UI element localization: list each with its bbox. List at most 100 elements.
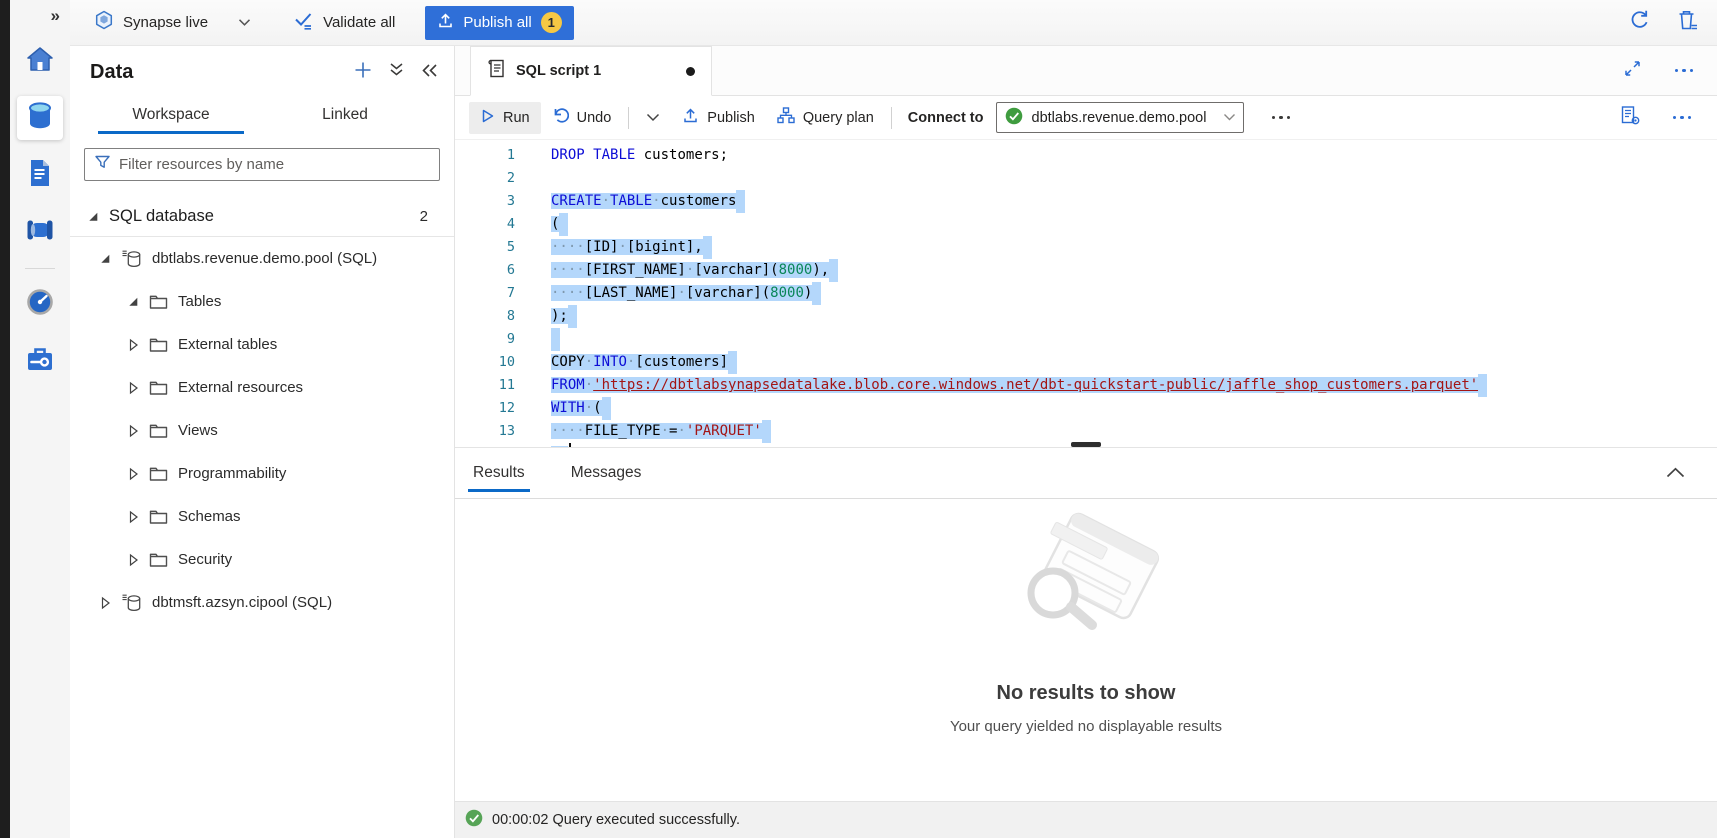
code-token: FROM — [551, 377, 585, 393]
database-cylinder-icon — [26, 101, 54, 136]
sql-code-editor[interactable]: 1DROP TABLE customers;23CREATE·TABLE·cus… — [455, 140, 1717, 447]
tree-item[interactable]: SQL database2 — [70, 197, 454, 237]
play-icon — [480, 108, 495, 128]
sidebar-item-integrate[interactable] — [17, 210, 63, 254]
tab-sql-script-1[interactable]: SQL script 1 — [470, 46, 712, 96]
line-content: DROP TABLE customers; — [551, 144, 728, 167]
home-icon — [25, 45, 55, 78]
script-properties-icon[interactable] — [1620, 105, 1641, 130]
publish-all-button[interactable]: Publish all 1 — [425, 6, 573, 40]
caret-collapsed-icon[interactable] — [126, 381, 140, 395]
code-line[interactable]: 7····[LAST_NAME]·[varchar](8000) — [455, 282, 1717, 305]
selection-newline-tail — [812, 282, 821, 305]
collapse-all-icon[interactable] — [389, 62, 404, 83]
folder-icon — [149, 337, 168, 353]
sql-pool-icon — [121, 249, 142, 269]
tab-more-button[interactable] — [1669, 69, 1700, 73]
tree-item[interactable]: Schemas — [70, 495, 454, 538]
empty-results-title: No results to show — [997, 682, 1176, 705]
code-line[interactable]: 1DROP TABLE customers; — [455, 144, 1717, 167]
sidebar-item-manage[interactable] — [17, 339, 63, 383]
funnel-icon — [94, 154, 111, 175]
validate-all-button[interactable]: Validate all — [293, 11, 395, 34]
query-plan-button[interactable]: Query plan — [766, 102, 885, 134]
tab-workspace[interactable]: Workspace — [98, 96, 244, 134]
folder-icon — [149, 294, 168, 310]
code-token: CREATE — [551, 193, 602, 209]
run-label: Run — [503, 110, 530, 126]
caret-expanded-icon[interactable] — [86, 210, 100, 223]
discard-trash-icon[interactable] — [1677, 9, 1699, 37]
tree-item[interactable]: dbtmsft.azsyn.cipool (SQL) — [70, 581, 454, 624]
tree-item[interactable]: Programmability — [70, 452, 454, 495]
tab-messages[interactable]: Messages — [566, 448, 647, 498]
code-line[interactable]: 4( — [455, 213, 1717, 236]
collapse-results-chevron-up-icon[interactable] — [1666, 467, 1685, 478]
expand-rail-button[interactable]: » — [51, 4, 70, 26]
caret-collapsed-icon[interactable] — [126, 553, 140, 567]
code-token: ) — [804, 285, 812, 301]
code-line[interactable]: 10COPY·INTO·[customers] — [455, 351, 1717, 374]
run-button[interactable]: Run — [469, 102, 541, 134]
caret-collapsed-icon[interactable] — [126, 467, 140, 481]
add-icon[interactable] — [354, 61, 372, 84]
toolbar-overflow-button[interactable] — [1667, 116, 1698, 120]
code-token: [customers] — [635, 354, 728, 370]
code-line[interactable]: 9 — [455, 328, 1717, 351]
caret-collapsed-icon[interactable] — [126, 338, 140, 352]
code-line[interactable]: 11 FROM·'https://dbtlabsynapsedatalake.bl… — [455, 374, 1717, 397]
sidebar-item-develop[interactable] — [17, 153, 63, 197]
tab-label: SQL script 1 — [516, 63, 601, 79]
code-line[interactable]: 13····FILE_TYPE·=·'PARQUET' — [455, 420, 1717, 443]
success-check-icon — [465, 809, 483, 831]
tree-item[interactable]: dbtlabs.revenue.demo.pool (SQL) — [70, 237, 454, 280]
sidebar-item-home[interactable] — [17, 39, 63, 83]
publish-button[interactable]: Publish — [671, 102, 766, 134]
database-dropdown[interactable]: dbtlabs.revenue.demo.pool — [996, 102, 1244, 133]
code-line[interactable]: 12WITH·( — [455, 397, 1717, 420]
code-line[interactable]: 2 — [455, 167, 1717, 190]
publish-label: Publish — [707, 110, 755, 126]
tree-item-label: External tables — [178, 336, 277, 353]
code-line[interactable]: 3CREATE·TABLE·customers — [455, 190, 1717, 213]
undo-button[interactable]: Undo — [541, 102, 623, 134]
code-line[interactable]: 8); — [455, 305, 1717, 328]
caret-collapsed-icon[interactable] — [126, 510, 140, 524]
mode-chevron-down-icon[interactable] — [238, 18, 251, 27]
document-tabstrip: SQL script 1 — [455, 46, 1717, 96]
toolbar-more-button[interactable] — [1266, 116, 1297, 120]
code-line[interactable]: 6····[FIRST_NAME]·[varchar](8000), — [455, 259, 1717, 282]
caret-expanded-icon[interactable] — [126, 295, 140, 308]
line-number: 11 — [455, 374, 515, 397]
run-options-chevron[interactable] — [635, 102, 671, 134]
tree-item[interactable]: Views — [70, 409, 454, 452]
sidebar-item-monitor[interactable] — [17, 282, 63, 326]
tab-linked[interactable]: Linked — [300, 96, 390, 134]
expand-editor-icon[interactable] — [1624, 60, 1641, 82]
tree-item[interactable]: External tables — [70, 323, 454, 366]
code-line[interactable]: 5····[ID]·[bigint], — [455, 236, 1717, 259]
code-token: TABLE — [593, 147, 635, 163]
code-token: ); — [551, 308, 568, 324]
caret-collapsed-icon[interactable] — [126, 424, 140, 438]
publish-upload-icon — [682, 107, 699, 128]
collapse-pane-icon[interactable] — [421, 63, 438, 83]
caret-collapsed-icon[interactable] — [98, 596, 112, 610]
code-lines: 1DROP TABLE customers;23CREATE·TABLE·cus… — [455, 144, 1717, 447]
refresh-icon[interactable] — [1628, 9, 1651, 37]
tree-item[interactable]: Security — [70, 538, 454, 581]
tree-item[interactable]: External resources — [70, 366, 454, 409]
synapse-live-selector[interactable]: Synapse live — [94, 10, 208, 35]
top-command-bar: Synapse live Validate all Publish all 1 — [70, 0, 1717, 46]
tree-item-label: Views — [178, 422, 218, 439]
tree-item-label: dbtmsft.azsyn.cipool (SQL) — [152, 594, 332, 611]
line-content: FROM·'https://dbtlabsynapsedatalake.blob… — [551, 374, 1487, 397]
tree-item[interactable]: Tables — [70, 280, 454, 323]
sidebar-item-data[interactable] — [17, 96, 63, 140]
pipeline-icon — [25, 218, 55, 247]
caret-expanded-icon[interactable] — [98, 252, 112, 265]
code-token: · — [585, 377, 593, 393]
tab-results[interactable]: Results — [468, 448, 530, 498]
filter-resources-input[interactable] — [119, 156, 430, 173]
selection-highlight — [551, 331, 560, 347]
